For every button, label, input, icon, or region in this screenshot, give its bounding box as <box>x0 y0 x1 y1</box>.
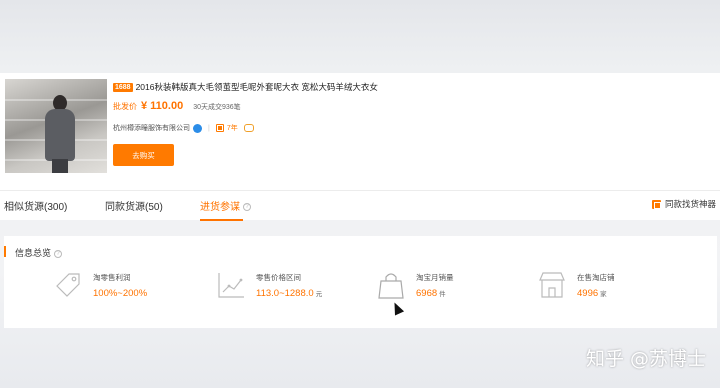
finder-icon <box>651 199 661 209</box>
help-icon[interactable]: ? <box>243 203 251 212</box>
price-row: 批发价 ¥ 110.00 30天成交936笔 <box>113 100 241 112</box>
stat-unit: 家 <box>600 291 607 298</box>
shop-years: 7年 <box>226 125 238 132</box>
deal-count: 30天成交936笔 <box>193 104 241 111</box>
years-icon <box>215 124 224 132</box>
overview-title: 信息总览? <box>15 246 63 259</box>
shop-name[interactable]: 杭州樽添疃服饰有限公司 <box>113 123 190 133</box>
stat-value: 6968 件 <box>416 288 446 299</box>
stat-number: 113.0~1288.0 <box>256 288 314 299</box>
stat-label: 淘零售利润 <box>93 273 131 282</box>
same-style-finder[interactable]: 同款找货神器 <box>651 198 716 210</box>
stat-retail-profit: 淘零售利润 100%~200% <box>53 270 183 306</box>
stat-unit: 件 <box>439 291 446 298</box>
shopping-bag-icon <box>378 273 404 299</box>
product-title[interactable]: 2016秋装韩版真大毛领茧型毛呢外套呢大衣 宽松大码羊绒大衣女 <box>136 81 378 93</box>
price-label: 批发价 <box>113 102 137 111</box>
stat-monthly-sales: 淘宝月销量 6968 件 <box>376 270 496 306</box>
stat-label: 在售淘店铺 <box>577 273 615 282</box>
model-coat <box>45 109 75 161</box>
stat-number: 4996 <box>577 288 599 299</box>
model-legs <box>52 159 68 173</box>
price-value: ¥ 110.00 <box>141 100 184 112</box>
stat-unit: 元 <box>315 291 323 298</box>
storefront-icon <box>539 272 565 298</box>
tab-same-sources[interactable]: 同款货源(50) <box>105 198 163 213</box>
buy-button[interactable]: 去购买 <box>113 144 174 166</box>
stat-number: 6968 <box>416 288 438 299</box>
trend-chart-icon <box>218 273 244 298</box>
stat-active-shops: 在售淘店铺 4996 家 <box>537 270 657 306</box>
active-tab-underline <box>200 219 243 221</box>
tab-purchase-advisor-label: 进货参谋 <box>200 202 240 213</box>
tab-purchase-advisor[interactable]: 进货参谋? <box>200 198 251 213</box>
finder-label: 同款找货神器 <box>664 199 716 209</box>
medal-icon <box>243 124 254 132</box>
stat-value: 100%~200% <box>93 288 147 299</box>
divider: | <box>208 124 210 132</box>
product-image[interactable] <box>5 79 107 173</box>
stat-label: 零售价格区间 <box>256 273 301 282</box>
shop-row: 杭州樽添疃服饰有限公司 | 7年 <box>113 123 254 133</box>
help-icon[interactable]: ? <box>54 249 63 258</box>
section-marker <box>4 246 6 257</box>
stat-label: 淘宝月销量 <box>416 273 454 282</box>
product-card: 1688 2016秋装韩版真大毛领茧型毛呢外套呢大衣 宽松大码羊绒大衣女 批发价… <box>0 73 720 190</box>
product-title-row[interactable]: 1688 2016秋装韩版真大毛领茧型毛呢外套呢大衣 宽松大码羊绒大衣女 <box>113 81 378 93</box>
tabs-bar: 相似货源(300) 同款货源(50) 进货参谋? 同款找货神器 <box>0 190 720 221</box>
stat-value: 113.0~1288.0 元 <box>256 288 322 299</box>
info-overview-card: 信息总览? 淘零售利润 100%~200% 零售价格区间 113.0~1288.… <box>4 236 717 328</box>
verified-icon <box>193 123 202 133</box>
product-badge: 1688 <box>113 82 133 92</box>
stat-value: 4996 家 <box>577 288 607 299</box>
price-tag-icon <box>56 273 80 297</box>
stat-price-range: 零售价格区间 113.0~1288.0 元 <box>216 270 356 306</box>
stat-number: 100%~200% <box>93 288 148 299</box>
watermark: 知乎 @苏博士 <box>585 348 706 370</box>
overview-title-label: 信息总览 <box>15 248 52 258</box>
tab-similar-sources[interactable]: 相似货源(300) <box>4 198 67 213</box>
